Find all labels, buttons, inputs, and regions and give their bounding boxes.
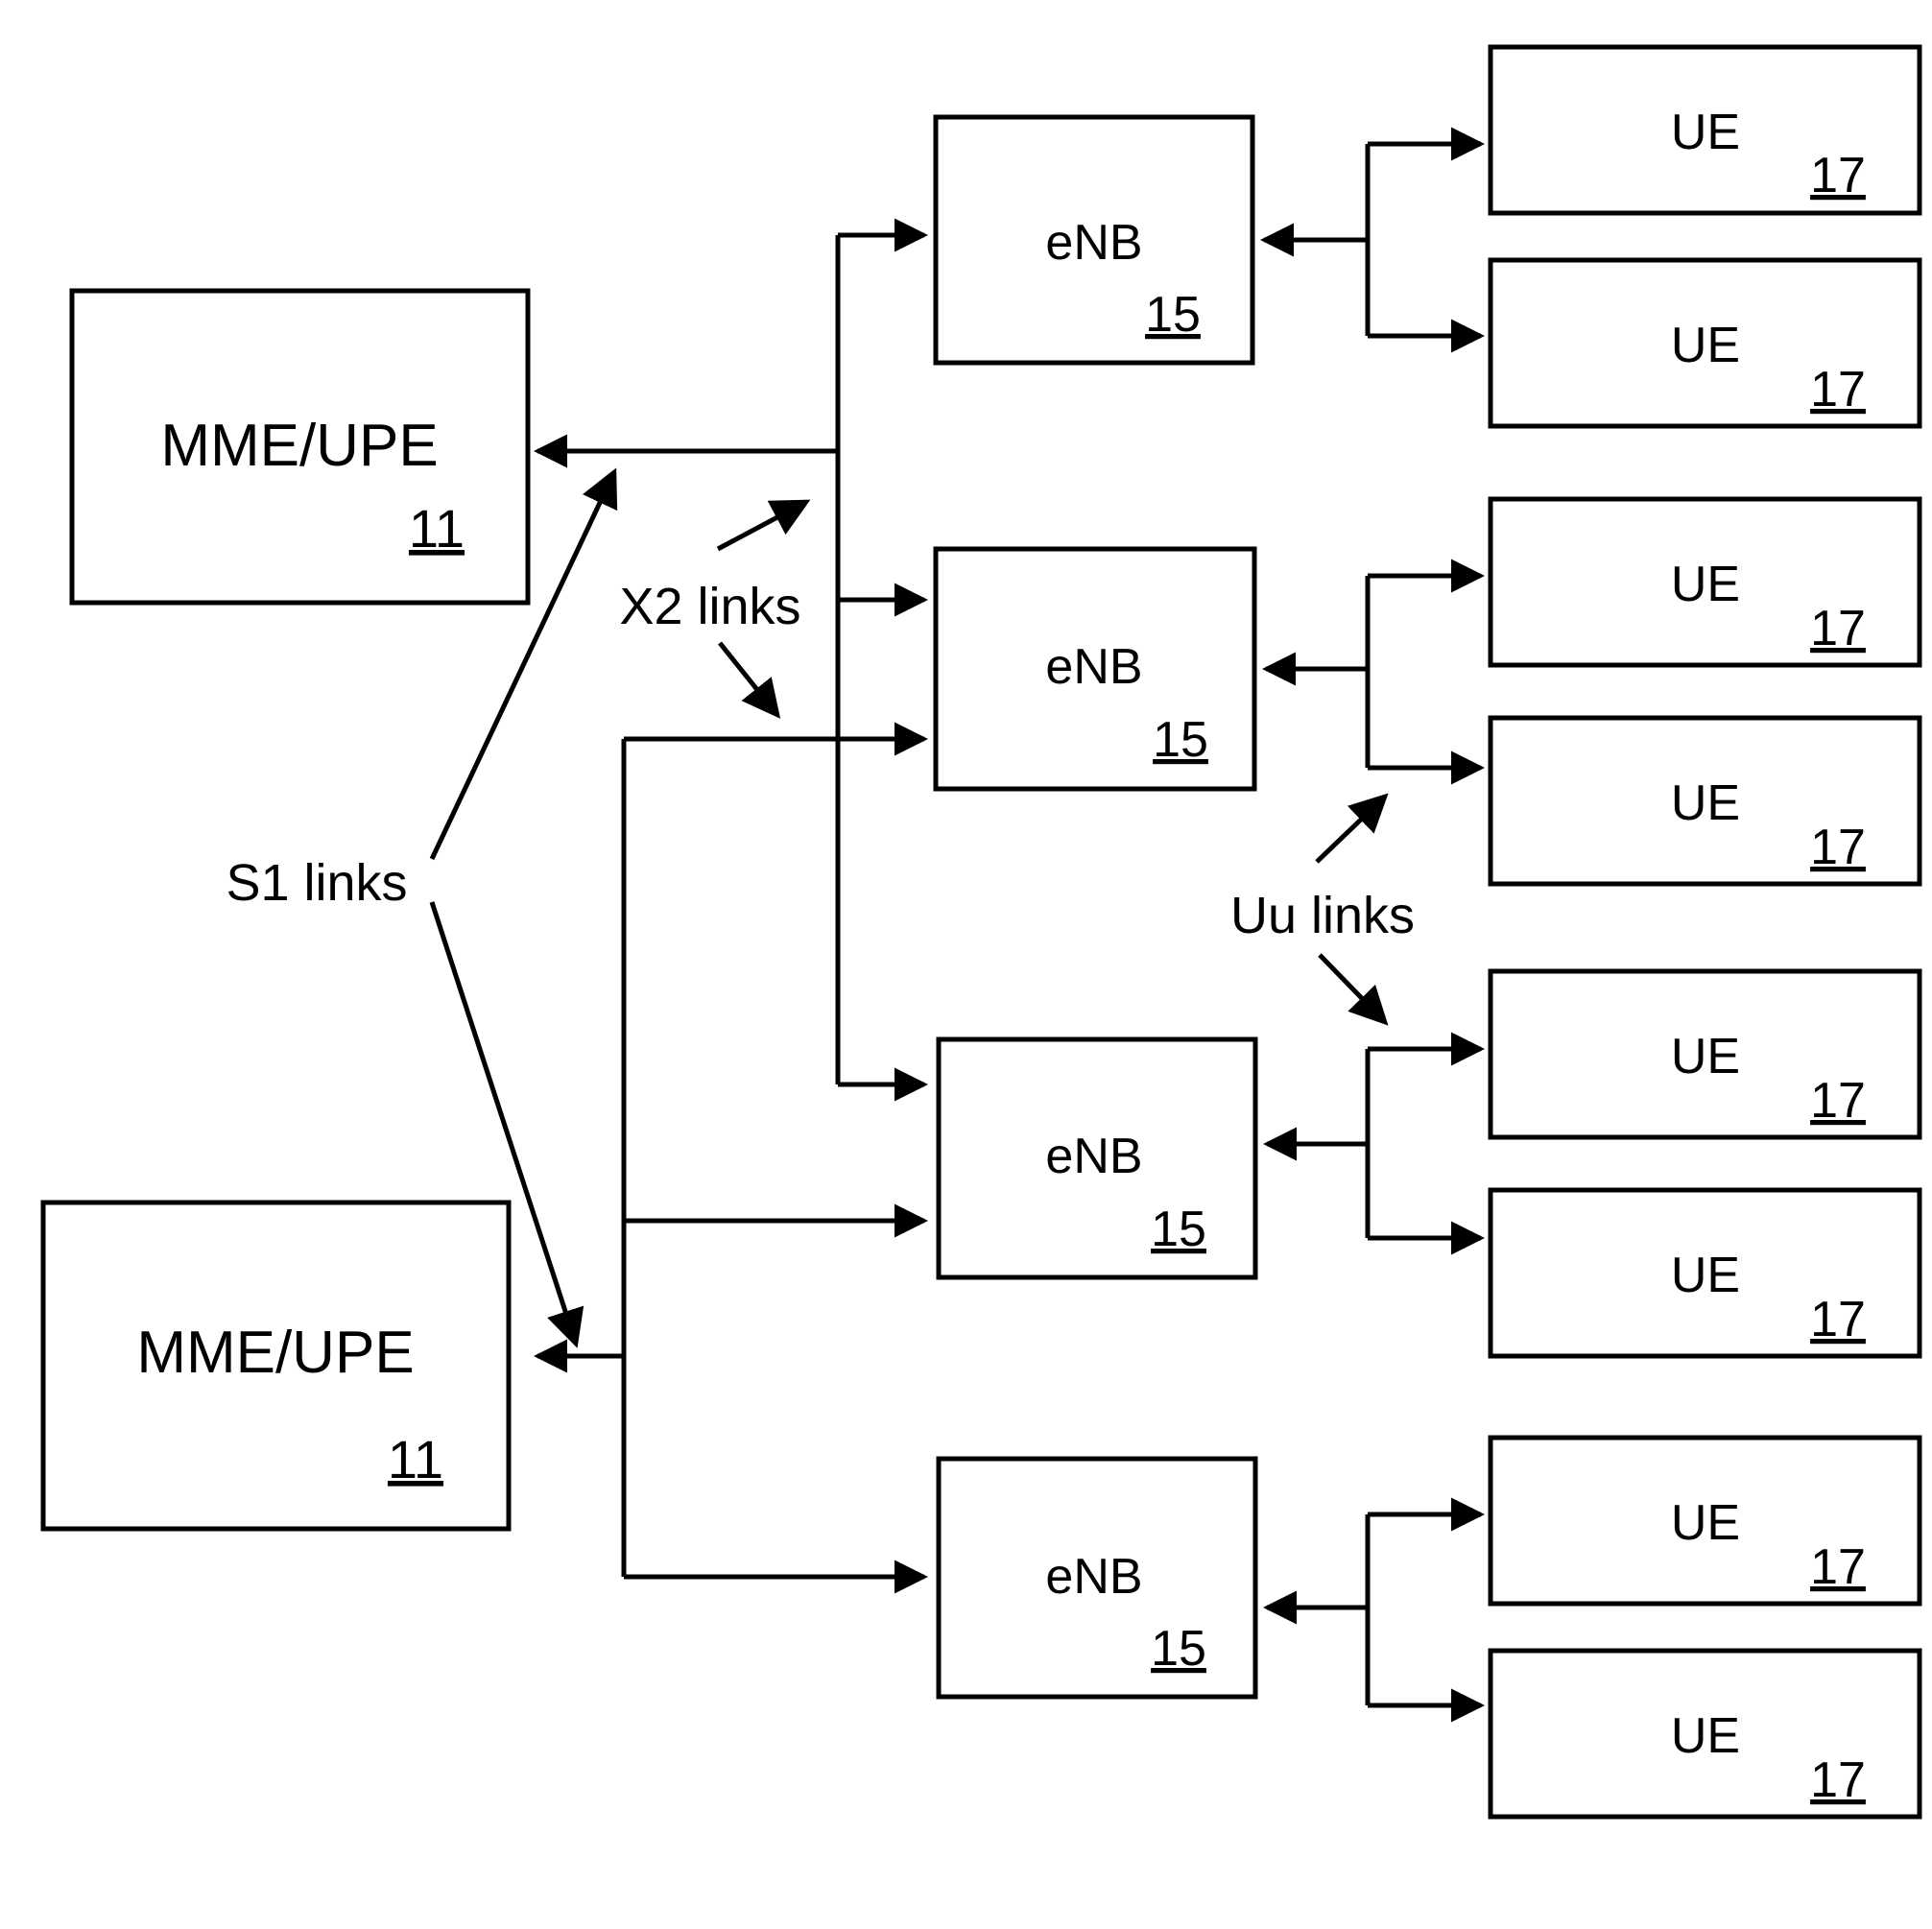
ue-1-ref: 17 xyxy=(1810,148,1866,203)
enb-2-ref: 15 xyxy=(1153,712,1208,768)
ue-2-ref: 17 xyxy=(1810,362,1866,417)
uu-links-label: Uu links xyxy=(1230,887,1415,944)
ue-7-node[interactable]: UE 17 xyxy=(1488,1435,1922,1607)
enb-1-label: eNB xyxy=(1045,215,1142,271)
ue-5-label: UE xyxy=(1671,1029,1740,1084)
ue-4-label: UE xyxy=(1671,775,1740,831)
x2-leader-up xyxy=(716,499,811,552)
uu-links-group-1 xyxy=(1259,127,1486,353)
enb-3-label: eNB xyxy=(1045,1129,1142,1184)
ue-3-node[interactable]: UE 17 xyxy=(1488,496,1922,668)
ue-8-label: UE xyxy=(1671,1708,1740,1764)
ue-2-label: UE xyxy=(1671,318,1740,373)
uu-links-group-2 xyxy=(1261,559,1486,785)
mme-upe-top-ref: 11 xyxy=(409,498,465,559)
ue-5-ref: 17 xyxy=(1810,1073,1866,1129)
x2-bus-lines xyxy=(835,218,929,1102)
network-architecture-diagram: MME/UPE 11 MME/UPE 11 eNB 15 eNB 15 eNB … xyxy=(40,44,1922,1820)
ue-1-label: UE xyxy=(1671,105,1740,160)
ue-7-ref: 17 xyxy=(1810,1539,1866,1595)
s1-links-label: S1 links xyxy=(226,854,407,912)
ue-3-label: UE xyxy=(1671,557,1740,612)
ue-8-node[interactable]: UE 17 xyxy=(1488,1648,1922,1820)
uu-links-group-3 xyxy=(1262,1032,1486,1255)
enb-2-node[interactable]: eNB 15 xyxy=(933,546,1257,792)
x2-leader-down xyxy=(718,641,781,719)
uu-links-group-4 xyxy=(1262,1497,1486,1723)
ue-1-node[interactable]: UE 17 xyxy=(1488,44,1922,216)
enb-1-node[interactable]: eNB 15 xyxy=(933,114,1255,366)
enb-4-label: eNB xyxy=(1045,1549,1142,1605)
ue-6-label: UE xyxy=(1671,1248,1740,1303)
uu-leader-up xyxy=(1315,793,1389,864)
ue-5-node[interactable]: UE 17 xyxy=(1488,968,1922,1140)
enb-4-node[interactable]: eNB 15 xyxy=(936,1456,1258,1700)
mme-upe-bottom-label: MME/UPE xyxy=(136,1320,414,1386)
enb-4-ref: 15 xyxy=(1151,1621,1206,1677)
mme-upe-top-label: MME/UPE xyxy=(160,413,438,479)
ue-4-node[interactable]: UE 17 xyxy=(1488,715,1922,887)
figure-canvas: MME/UPE 11 MME/UPE 11 eNB 15 eNB 15 eNB … xyxy=(0,0,1932,1929)
uu-leader-down xyxy=(1318,953,1389,1026)
ue-8-ref: 17 xyxy=(1810,1752,1866,1808)
ue-2-node[interactable]: UE 17 xyxy=(1488,257,1922,429)
enb-3-ref: 15 xyxy=(1151,1202,1206,1257)
ue-7-label: UE xyxy=(1671,1495,1740,1551)
ue-6-node[interactable]: UE 17 xyxy=(1488,1187,1922,1359)
mme-upe-top-node[interactable]: MME/UPE 11 xyxy=(69,288,531,606)
x2-links-label: X2 links xyxy=(619,578,800,635)
enb-1-ref: 15 xyxy=(1145,287,1201,343)
mme-upe-bottom-ref: 11 xyxy=(388,1429,443,1489)
ue-4-ref: 17 xyxy=(1810,820,1866,875)
ue-6-ref: 17 xyxy=(1810,1292,1866,1347)
enb-2-label: eNB xyxy=(1045,639,1142,695)
enb-3-node[interactable]: eNB 15 xyxy=(936,1036,1258,1280)
ue-3-ref: 17 xyxy=(1810,601,1866,656)
mme-upe-bottom-node[interactable]: MME/UPE 11 xyxy=(40,1200,512,1532)
